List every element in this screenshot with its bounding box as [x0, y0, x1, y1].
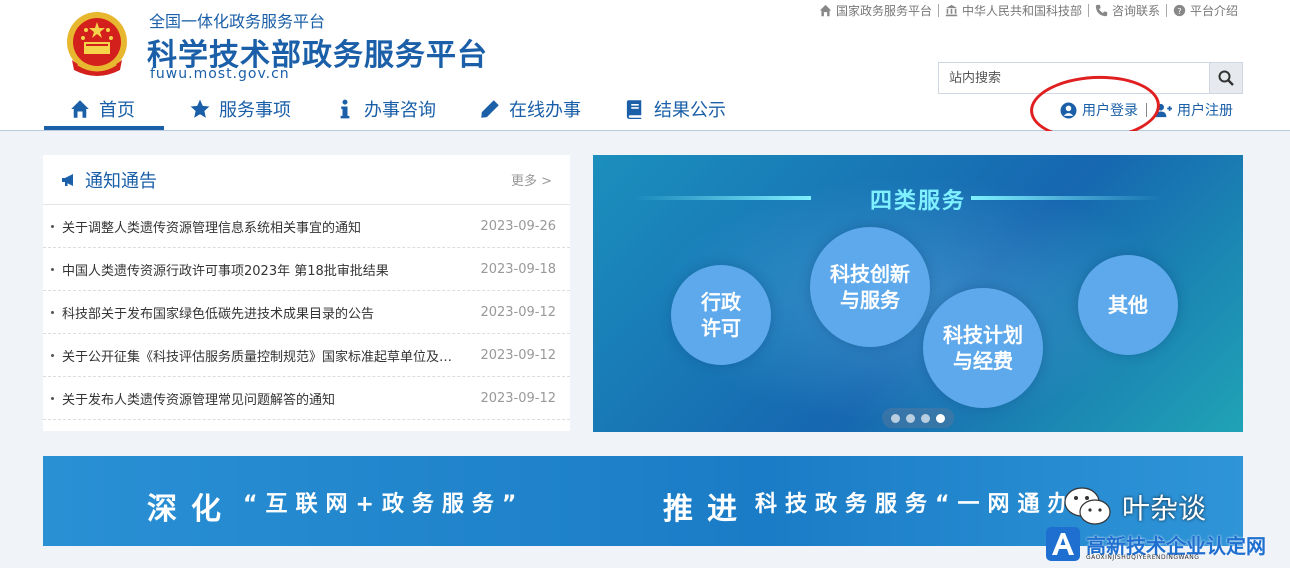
bubble-label: 科技计划与经费 — [943, 323, 1023, 373]
banner-title: 四类服务 — [869, 189, 966, 214]
toplink-national-platform[interactable]: 国家政务服务平台 — [813, 2, 938, 19]
list-item[interactable]: 科技部关于发布国家绿色低碳先进技术成果目录的公告 2023-09-12 — [43, 291, 570, 334]
toplink-about[interactable]: ? 平台介绍 — [1167, 2, 1244, 19]
bullet — [51, 224, 54, 228]
carousel-dot[interactable] — [891, 413, 900, 423]
notice-title: 通知通告 — [61, 167, 157, 193]
nav-label: 在线办事 — [509, 100, 581, 121]
national-emblem-icon — [67, 12, 127, 76]
phone-icon — [1095, 4, 1108, 17]
notice-list: 关于调整人类遗传资源管理信息系统相关事宜的通知 2023-09-26 中国人类遗传… — [43, 205, 570, 420]
bullet — [51, 267, 54, 271]
slogan-part4: 科技政务服务“一网通办” — [755, 492, 1100, 517]
wechat-icon — [1064, 487, 1111, 525]
service-bubble-innovation[interactable]: 科技创新与服务 — [810, 227, 930, 347]
megaphone-icon — [62, 173, 73, 186]
service-bubble-other[interactable]: 其他 — [1078, 255, 1178, 355]
carousel-dots — [882, 408, 954, 428]
nav-label: 服务事项 — [219, 100, 291, 121]
book-icon — [626, 100, 642, 119]
slogan-part3: 推进 — [663, 492, 751, 527]
carousel-dot[interactable] — [921, 413, 930, 423]
nav-label: 结果公示 — [654, 100, 726, 121]
slogan-part2: “互联网+政务服务” — [243, 492, 525, 517]
notice-item-date: 2023-09-12 — [480, 347, 556, 363]
bubble-label: 行政许可 — [701, 290, 741, 340]
top-links: 国家政务服务平台 中华人民共和国科技部 咨询联系 ? 平台介绍 — [813, 2, 1244, 19]
wechat-watermark: 叶杂谈 — [1062, 484, 1206, 530]
notice-item-title: 关于发布人类遗传资源管理常见问题解答的通知 — [62, 392, 336, 408]
service-bubble-funding[interactable]: 科技计划与经费 — [923, 288, 1043, 408]
notice-item-date: 2023-09-12 — [480, 304, 556, 320]
notice-item-title: 关于公开征集《科技评估服务质量控制规范》国家标准起草单位及… — [62, 349, 453, 365]
notice-title-label: 通知通告 — [85, 170, 157, 192]
nav-online[interactable]: 在线办事 — [454, 88, 599, 130]
list-item[interactable]: 关于调整人类遗传资源管理信息系统相关事宜的通知 2023-09-26 — [43, 205, 570, 248]
toplink-label: 平台介绍 — [1189, 4, 1238, 18]
bank-icon — [945, 4, 958, 17]
services-carousel[interactable]: 四类服务 行政许可 科技创新与服务 科技计划与经费 其他 — [593, 155, 1243, 432]
header: 全国一体化政务服务平台 科学技术部政务服务平台 fuwu.most.gov.cn… — [0, 0, 1290, 144]
slogan-part1: 深化 — [147, 492, 235, 527]
platform-url: fuwu.most.gov.cn — [150, 66, 290, 82]
toplink-most[interactable]: 中华人民共和国科技部 — [939, 2, 1088, 19]
bullet — [51, 353, 54, 357]
platform-subtitle: 全国一体化政务服务平台 — [149, 12, 326, 31]
bullet — [51, 396, 54, 400]
more-link[interactable]: 更多 > — [511, 170, 552, 189]
notice-panel: 通知通告 更多 > 关于调整人类遗传资源管理信息系统相关事宜的通知 2023-09… — [43, 155, 570, 431]
watermark-site-pinyin: GAOXINJISHUQIYERENDINGWANG — [1086, 554, 1200, 561]
site-logo-icon — [1046, 527, 1080, 561]
notice-item-date: 2023-09-26 — [480, 218, 556, 234]
service-bubble-license[interactable]: 行政许可 — [671, 265, 771, 365]
page: 全国一体化政务服务平台 科学技术部政务服务平台 fuwu.most.gov.cn… — [0, 0, 1290, 568]
bubble-label: 其他 — [1108, 293, 1148, 317]
notice-item-date: 2023-09-18 — [480, 261, 556, 277]
bullet — [51, 310, 54, 314]
carousel-dot-active[interactable] — [936, 413, 945, 423]
watermark-text: 叶杂谈 — [1122, 492, 1207, 525]
notice-item-title: 关于调整人类遗传资源管理信息系统相关事宜的通知 — [62, 220, 362, 236]
notice-item-date: 2023-09-12 — [480, 390, 556, 406]
notice-item-title: 科技部关于发布国家绿色低碳先进技术成果目录的公告 — [62, 306, 375, 322]
site-watermark: 高新技术企业认定网 GAOXINJISHUQIYERENDINGWANG — [1046, 527, 1266, 561]
toplink-label: 咨询联系 — [1111, 4, 1160, 18]
svg-text:?: ? — [1177, 6, 1181, 16]
nav-home[interactable]: 首页 — [44, 88, 164, 130]
register-label: 用户注册 — [1177, 103, 1233, 119]
pencil-icon — [481, 100, 499, 118]
search-icon — [1218, 70, 1234, 86]
bubble-label: 科技创新与服务 — [830, 262, 910, 312]
nav-services[interactable]: 服务事项 — [164, 88, 309, 130]
nav-label: 办事咨询 — [364, 100, 436, 121]
home-icon — [819, 4, 832, 17]
carousel-dot[interactable] — [906, 413, 915, 423]
list-item[interactable]: 中国人类遗传资源行政许可事项2023年 第18批审批结果 2023-09-18 — [43, 248, 570, 291]
main-nav: 首页 服务事项 办事咨询 在线办事 结果公示 — [44, 88, 744, 130]
list-item[interactable]: 关于公开征集《科技评估服务质量控制规范》国家标准起草单位及… 2023-09-12 — [43, 334, 570, 377]
star-icon — [190, 99, 210, 118]
nav-label: 首页 — [99, 100, 135, 121]
info-icon — [340, 99, 350, 119]
register-link[interactable]: 用户注册 — [1155, 100, 1233, 120]
toplink-contact[interactable]: 咨询联系 — [1089, 2, 1166, 19]
nav-consult[interactable]: 办事咨询 — [309, 88, 454, 130]
toplink-label: 国家政务服务平台 — [835, 4, 932, 18]
question-icon: ? — [1173, 4, 1186, 17]
notice-header: 通知通告 更多 > — [43, 155, 570, 205]
nav-results[interactable]: 结果公示 — [599, 88, 744, 130]
search-button[interactable] — [1209, 63, 1242, 93]
toplink-label: 中华人民共和国科技部 — [961, 4, 1082, 18]
home-icon — [71, 100, 89, 118]
list-item[interactable]: 关于发布人类遗传资源管理常见问题解答的通知 2023-09-12 — [43, 377, 570, 420]
notice-item-title: 中国人类遗传资源行政许可事项2023年 第18批审批结果 — [62, 263, 389, 279]
